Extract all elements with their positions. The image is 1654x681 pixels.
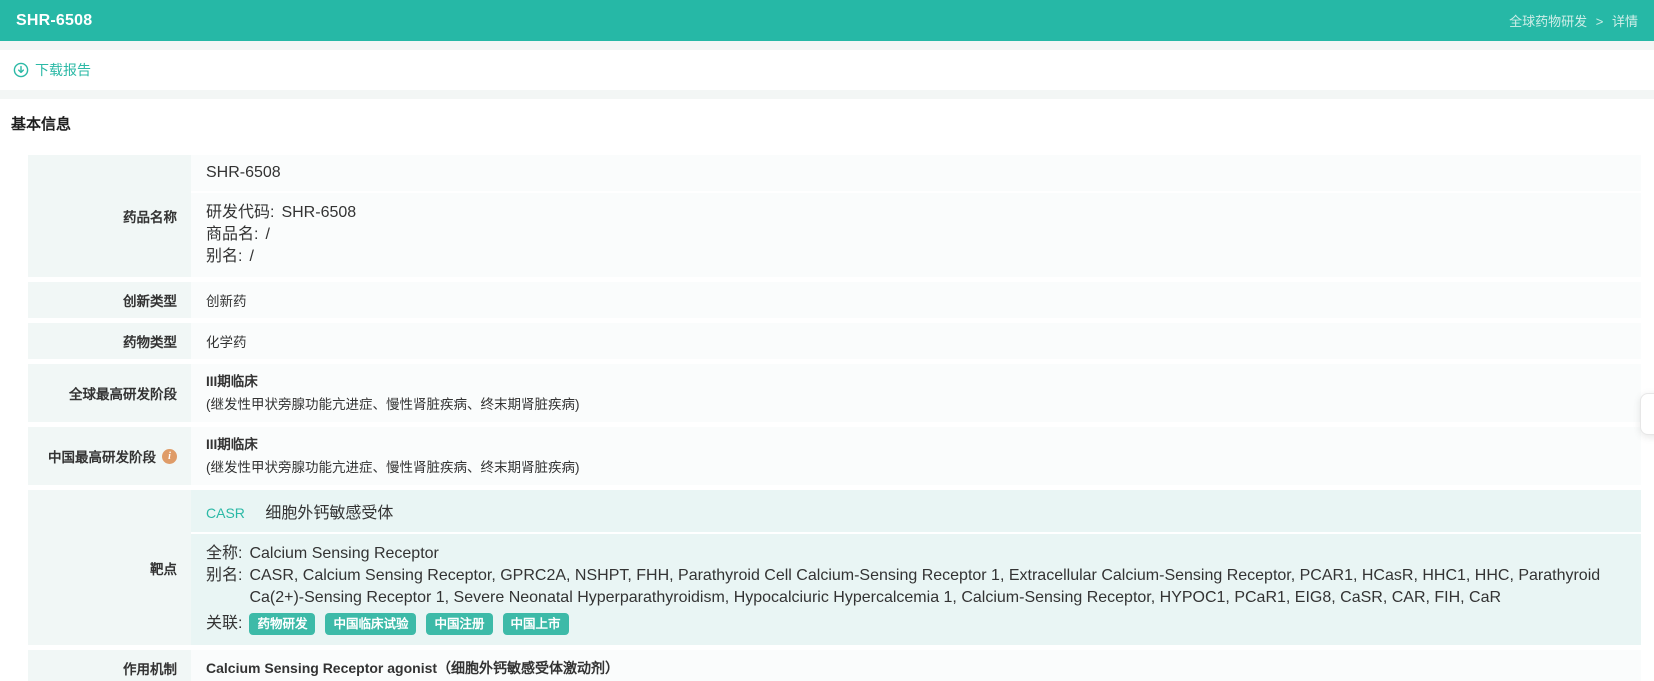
download-report-label: 下载报告	[35, 62, 91, 78]
china-stage-indications: (继发性甲状旁腺功能亢进症、慢性肾脏疾病、终末期肾脏疾病)	[206, 460, 580, 475]
trade-name-value: /	[265, 226, 270, 243]
innovation-type-value: 创新药	[191, 282, 1641, 318]
relation-tag-china-listed[interactable]: 中国上市	[502, 613, 569, 635]
target-fullname-line: 全称: Calcium Sensing Receptor	[206, 543, 1623, 565]
target-fullname-label: 全称:	[206, 545, 243, 562]
section-title: 基本信息	[11, 116, 72, 133]
target-detail-band: 全称: Calcium Sensing Receptor 别名: CASR, C…	[191, 534, 1641, 645]
row-label-innovation-type: 创新类型	[28, 282, 191, 318]
page-title: SHR-6508	[16, 11, 93, 29]
target-alias-label: 别名:	[206, 567, 243, 584]
drug-type-value: 化学药	[191, 323, 1641, 359]
table-row-target: 靶点 CASR 细胞外钙敏感受体 全称: Calcium Sensing Rec…	[28, 490, 1641, 645]
target-fullname-value: Calcium Sensing Receptor	[249, 545, 439, 562]
table-row-drug-type: 药物类型 化学药	[28, 323, 1641, 359]
china-stage-name: III期临床	[206, 437, 258, 452]
page-header: SHR-6508 全球药物研发 > 详情	[0, 0, 1654, 41]
download-report-button[interactable]: 下载报告	[13, 60, 91, 80]
basic-info-card: 基本信息 药品名称 SHR-6508 研发代码: SHR-6508 商品名: /	[0, 99, 1654, 681]
china-stage-label: 中国最高研发阶段	[48, 450, 156, 465]
table-row-mechanism: 作用机制 Calcium Sensing Receptor agonist（细胞…	[28, 650, 1641, 681]
alias-label: 别名:	[206, 248, 243, 265]
target-gene-link[interactable]: CASR	[206, 505, 245, 521]
target-relation-label: 关联:	[206, 615, 243, 632]
download-icon	[13, 62, 29, 78]
row-label-global-stage: 全球最高研发阶段	[28, 364, 191, 422]
target-gene-name-cn: 细胞外钙敏感受体	[265, 505, 394, 522]
rd-code-line: 研发代码: SHR-6508	[206, 202, 1623, 224]
trade-name-label: 商品名:	[206, 226, 259, 243]
breadcrumb-current: 详情	[1611, 14, 1638, 29]
row-label-china-stage: 中国最高研发阶段 i	[28, 427, 191, 485]
alias-value: /	[249, 248, 254, 265]
row-label-target: 靶点	[28, 490, 191, 645]
table-row-drug-name: 药品名称 SHR-6508 研发代码: SHR-6508 商品名: / 别名: …	[28, 155, 1641, 277]
target-relation-line: 关联: 药物研发 中国临床试验 中国注册 中国上市	[206, 612, 1623, 636]
row-label-mechanism: 作用机制	[28, 650, 191, 681]
basic-info-table: 药品名称 SHR-6508 研发代码: SHR-6508 商品名: / 别名: …	[28, 155, 1641, 681]
drug-name-detail: 研发代码: SHR-6508 商品名: / 别名: /	[191, 193, 1641, 277]
trade-name-line: 商品名: /	[206, 224, 1623, 246]
target-value: CASR 细胞外钙敏感受体 全称: Calcium Sensing Recept…	[191, 490, 1641, 645]
breadcrumb-parent-link[interactable]: 全球药物研发	[1509, 14, 1587, 29]
global-stage-value: III期临床 (继发性甲状旁腺功能亢进症、慢性肾脏疾病、终末期肾脏疾病)	[191, 364, 1641, 422]
toolbar: 下载报告	[0, 50, 1654, 90]
info-icon[interactable]: i	[162, 448, 177, 464]
global-stage-name: III期临床	[206, 374, 258, 389]
table-row-innovation-type: 创新类型 创新药	[28, 282, 1641, 318]
row-label-drug-name: 药品名称	[28, 155, 191, 277]
china-stage-value: III期临床 (继发性甲状旁腺功能亢进症、慢性肾脏疾病、终末期肾脏疾病)	[191, 427, 1641, 485]
row-label-drug-type: 药物类型	[28, 323, 191, 359]
global-stage-indications: (继发性甲状旁腺功能亢进症、慢性肾脏疾病、终末期肾脏疾病)	[206, 397, 580, 412]
side-drawer-handle[interactable]	[1640, 393, 1654, 435]
target-alias-line: 别名: CASR, Calcium Sensing Receptor, GPRC…	[206, 565, 1623, 609]
rd-code-value: SHR-6508	[281, 204, 357, 221]
table-row-china-stage: 中国最高研发阶段 i III期临床 (继发性甲状旁腺功能亢进症、慢性肾脏疾病、终…	[28, 427, 1641, 485]
mechanism-value: Calcium Sensing Receptor agonist（细胞外钙敏感受…	[191, 650, 1641, 681]
breadcrumb: 全球药物研发 > 详情	[1509, 11, 1638, 30]
relation-tag-drug-rd[interactable]: 药物研发	[249, 613, 316, 635]
target-alias-value: CASR, Calcium Sensing Receptor, GPRC2A, …	[249, 567, 1601, 606]
alias-line: 别名: /	[206, 246, 1623, 268]
drug-name-primary: SHR-6508	[191, 155, 1641, 191]
rd-code-label: 研发代码:	[206, 204, 275, 221]
target-gene-band: CASR 细胞外钙敏感受体	[191, 490, 1641, 532]
breadcrumb-separator: >	[1595, 14, 1604, 29]
relation-tag-china-registration[interactable]: 中国注册	[426, 613, 493, 635]
drug-name-value: SHR-6508 研发代码: SHR-6508 商品名: / 别名: /	[191, 155, 1641, 277]
relation-tag-china-trials[interactable]: 中国临床试验	[325, 613, 417, 635]
table-row-global-stage: 全球最高研发阶段 III期临床 (继发性甲状旁腺功能亢进症、慢性肾脏疾病、终末期…	[28, 364, 1641, 422]
